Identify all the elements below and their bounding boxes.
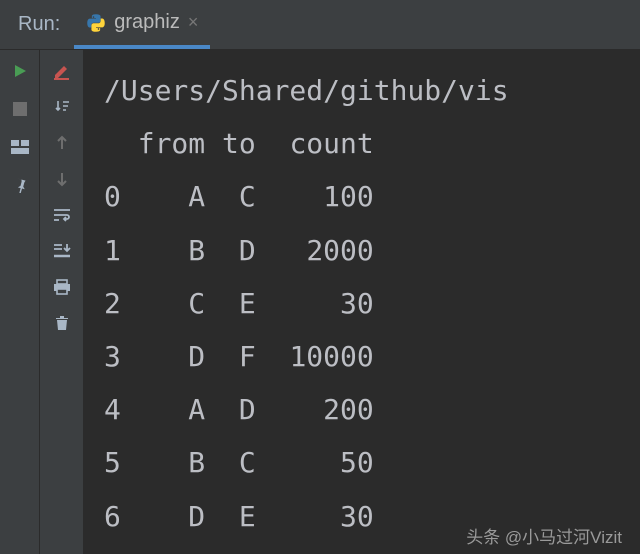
down-arrow-icon[interactable] — [51, 168, 73, 190]
run-icon[interactable] — [9, 60, 31, 82]
close-icon[interactable]: × — [188, 12, 199, 33]
pin-icon[interactable] — [9, 174, 31, 196]
left-toolbar — [0, 50, 40, 554]
trash-icon[interactable] — [51, 312, 73, 334]
tab-label: graphiz — [114, 11, 180, 34]
table-row: 5 B C 50 — [104, 446, 374, 479]
content-area: /Users/Shared/github/vis from to count 0… — [0, 50, 640, 554]
table-row: 3 D F 10000 — [104, 340, 374, 373]
console-output[interactable]: /Users/Shared/github/vis from to count 0… — [84, 50, 640, 554]
table-row: 1 B D 2000 — [104, 234, 374, 267]
tab-graphiz[interactable]: graphiz × — [74, 1, 210, 49]
layout-icon[interactable] — [9, 136, 31, 158]
up-arrow-icon[interactable] — [51, 132, 73, 154]
print-icon[interactable] — [51, 276, 73, 298]
top-bar: Run: graphiz × — [0, 0, 640, 50]
scroll-to-end-icon[interactable] — [51, 240, 73, 262]
run-label: Run: — [0, 13, 74, 36]
sort-icon[interactable] — [51, 96, 73, 118]
console-path: /Users/Shared/github/vis — [104, 74, 509, 107]
table-row: 6 D E 30 — [104, 500, 374, 533]
stop-icon[interactable] — [9, 98, 31, 120]
edit-icon[interactable] — [51, 60, 73, 82]
table-header: from to count — [104, 127, 374, 160]
console-toolbar — [40, 50, 84, 554]
watermark: 头条 @小马过河Vizit — [466, 523, 622, 548]
table-row: 0 A C 100 — [104, 180, 374, 213]
table-row: 2 C E 30 — [104, 287, 374, 320]
python-icon — [86, 13, 106, 33]
wrap-icon[interactable] — [51, 204, 73, 226]
table-row: 4 A D 200 — [104, 393, 374, 426]
